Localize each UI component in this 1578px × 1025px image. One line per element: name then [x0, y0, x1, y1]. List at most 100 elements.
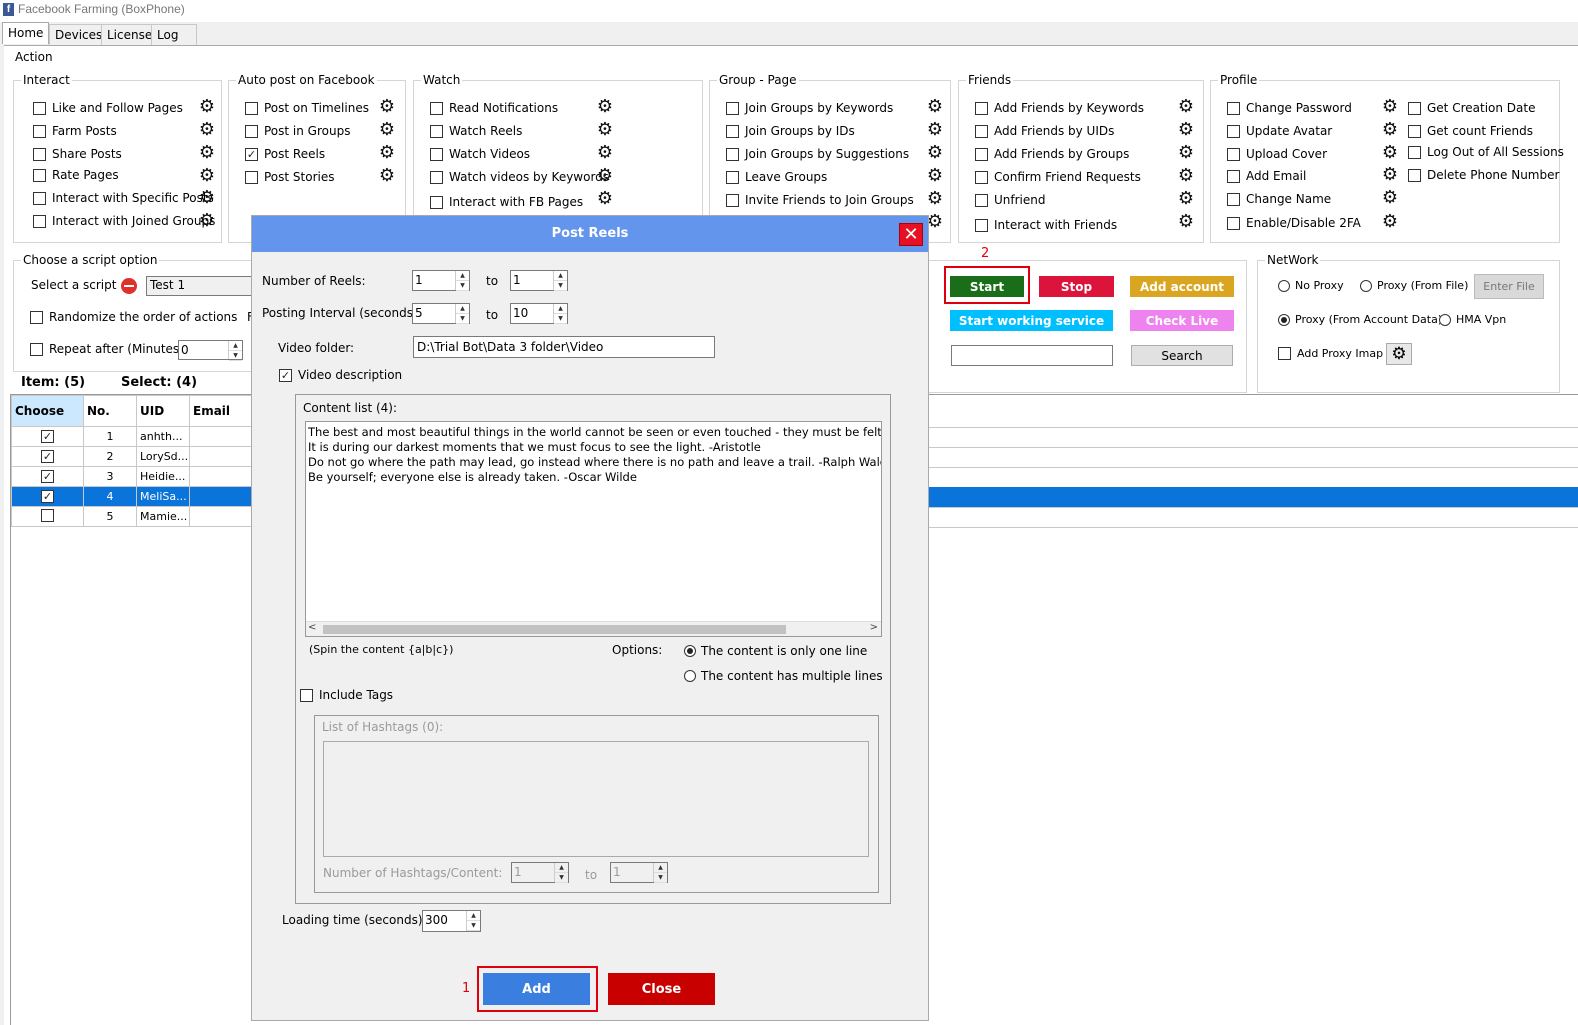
- invite-friends-groups-option[interactable]: Invite Friends to Join Groups: [726, 193, 914, 207]
- rate-pages-gear-icon[interactable]: ⚙: [198, 167, 216, 185]
- repeat-minutes-stepper[interactable]: 0 ▲ ▼: [178, 340, 243, 361]
- add-email-option[interactable]: Add Email: [1227, 169, 1306, 183]
- get-count-friends-option[interactable]: Get count Friends: [1408, 124, 1533, 138]
- row-checkbox[interactable]: [41, 450, 54, 463]
- post-groups-gear-icon[interactable]: ⚙: [378, 121, 396, 139]
- farm-posts-option[interactable]: Farm Posts: [33, 124, 117, 138]
- unfriend-checkbox[interactable]: [975, 193, 988, 207]
- watch-videos-keywords-checkbox[interactable]: [430, 170, 443, 184]
- down-arrow-icon[interactable]: ▼: [456, 281, 469, 291]
- no-proxy-radio[interactable]: [1278, 279, 1290, 292]
- get-creation-date-checkbox[interactable]: [1408, 101, 1421, 115]
- stop-button[interactable]: Stop: [1039, 276, 1114, 297]
- join-groups-suggestions-gear-icon[interactable]: ⚙: [926, 144, 944, 162]
- hma-vpn-radio[interactable]: [1439, 313, 1451, 326]
- hashtags-to-stepper[interactable]: 1 ▲ ▼: [610, 862, 668, 883]
- change-password-option[interactable]: Change Password: [1227, 101, 1352, 115]
- start-button[interactable]: Start: [950, 276, 1024, 297]
- watch-videos-keywords-option[interactable]: Watch videos by Keywords: [430, 170, 609, 184]
- watch-reels-checkbox[interactable]: [430, 124, 443, 138]
- join-groups-suggestions-option[interactable]: Join Groups by Suggestions: [726, 147, 909, 161]
- interact-specific-posts-option[interactable]: Interact with Specific Posts: [33, 191, 214, 205]
- tab-home[interactable]: Home: [2, 22, 50, 44]
- randomize-option[interactable]: Randomize the order of actions: [30, 310, 237, 324]
- down-arrow-icon[interactable]: ▼: [654, 873, 667, 883]
- down-arrow-icon[interactable]: ▼: [555, 873, 568, 883]
- join-groups-ids-checkbox[interactable]: [726, 124, 739, 138]
- join-groups-keywords-option[interactable]: Join Groups by Keywords: [726, 101, 893, 115]
- logout-sessions-option[interactable]: Log Out of All Sessions: [1408, 145, 1564, 159]
- get-creation-date-option[interactable]: Get Creation Date: [1408, 101, 1535, 115]
- tab-log[interactable]: Log: [151, 24, 197, 45]
- join-groups-ids-option[interactable]: Join Groups by IDs: [726, 124, 855, 138]
- remove-script-icon[interactable]: [121, 278, 137, 294]
- join-groups-keywords-checkbox[interactable]: [726, 101, 739, 115]
- join-groups-ids-gear-icon[interactable]: ⚙: [926, 121, 944, 139]
- farm-posts-checkbox[interactable]: [33, 124, 46, 138]
- scroll-right-arrow-icon[interactable]: >: [870, 622, 878, 633]
- watch-videos-keywords-gear-icon[interactable]: ⚙: [596, 167, 614, 185]
- post-timelines-gear-icon[interactable]: ⚙: [378, 98, 396, 116]
- leave-groups-checkbox[interactable]: [726, 170, 739, 184]
- interact-specific-posts-checkbox[interactable]: [33, 191, 46, 205]
- interact-fb-pages-checkbox[interactable]: [430, 195, 443, 209]
- watch-videos-option[interactable]: Watch Videos: [430, 147, 530, 161]
- share-posts-option[interactable]: Share Posts: [33, 147, 122, 161]
- table-row[interactable]: 1 anhth...: [11, 426, 253, 447]
- include-tags-checkbox[interactable]: [300, 688, 313, 702]
- choose-column-header[interactable]: Choose: [11, 395, 84, 427]
- invite-friends-groups-checkbox[interactable]: [726, 193, 739, 207]
- add-friends-groups-option[interactable]: Add Friends by Groups: [975, 147, 1129, 161]
- rate-pages-checkbox[interactable]: [33, 168, 46, 182]
- add-proxy-imap-checkbox[interactable]: [1278, 347, 1291, 360]
- repeat-up-arrow-icon[interactable]: ▲: [229, 341, 242, 351]
- repeat-checkbox[interactable]: [30, 342, 43, 356]
- add-friends-keywords-option[interactable]: Add Friends by Keywords: [975, 101, 1144, 115]
- add-account-button[interactable]: Add account: [1130, 276, 1234, 297]
- interact-friends-checkbox[interactable]: [975, 218, 988, 232]
- up-arrow-icon[interactable]: ▲: [467, 911, 480, 921]
- row-checkbox[interactable]: [41, 430, 54, 443]
- reels-to-stepper[interactable]: 1 ▲ ▼: [510, 270, 568, 291]
- change-password-gear-icon[interactable]: ⚙: [1381, 98, 1399, 116]
- join-groups-suggestions-checkbox[interactable]: [726, 147, 739, 161]
- confirm-friend-requests-checkbox[interactable]: [975, 170, 988, 184]
- tab-license[interactable]: License: [101, 24, 159, 45]
- watch-reels-option[interactable]: Watch Reels: [430, 124, 522, 138]
- uid-column-header[interactable]: UID: [136, 395, 190, 427]
- add-friends-groups-checkbox[interactable]: [975, 147, 988, 161]
- hashtags-textarea[interactable]: [323, 741, 869, 857]
- unfriend-option[interactable]: Unfriend: [975, 193, 1046, 207]
- update-avatar-option[interactable]: Update Avatar: [1227, 124, 1332, 138]
- interact-joined-groups-checkbox[interactable]: [33, 214, 46, 228]
- farm-posts-gear-icon[interactable]: ⚙: [198, 121, 216, 139]
- add-proxy-imap-option[interactable]: Add Proxy Imap: [1278, 347, 1383, 360]
- video-description-checkbox[interactable]: [279, 368, 292, 382]
- read-notifications-gear-icon[interactable]: ⚙: [596, 98, 614, 116]
- one-line-radio[interactable]: [684, 645, 696, 657]
- video-folder-input[interactable]: D:\Trial Bot\Data 3 folder\Video: [413, 336, 715, 358]
- hma-vpn-option[interactable]: HMA Vpn: [1439, 313, 1506, 326]
- delete-phone-option[interactable]: Delete Phone Number: [1408, 168, 1559, 182]
- add-email-checkbox[interactable]: [1227, 169, 1240, 183]
- loading-time-stepper[interactable]: 300 ▲ ▼: [422, 910, 481, 932]
- interact-fb-pages-option[interactable]: Interact with FB Pages: [430, 195, 583, 209]
- read-notifications-checkbox[interactable]: [430, 101, 443, 115]
- post-stories-gear-icon[interactable]: ⚙: [378, 167, 396, 185]
- no-column-header[interactable]: No.: [83, 395, 137, 427]
- one-line-option[interactable]: The content is only one line: [684, 644, 867, 658]
- interact-fb-pages-gear-icon[interactable]: ⚙: [596, 190, 614, 208]
- repeat-option[interactable]: Repeat after (Minutes): [30, 342, 184, 356]
- up-arrow-icon[interactable]: ▲: [554, 304, 567, 314]
- change-name-gear-icon[interactable]: ⚙: [1381, 189, 1399, 207]
- add-button[interactable]: Add: [483, 973, 590, 1005]
- down-arrow-icon[interactable]: ▼: [467, 921, 480, 931]
- post-stories-option[interactable]: Post Stories: [245, 170, 335, 184]
- content-list-textarea[interactable]: The best and most beautiful things in th…: [305, 421, 882, 637]
- add-friends-keywords-checkbox[interactable]: [975, 101, 988, 115]
- add-friends-uids-checkbox[interactable]: [975, 124, 988, 138]
- update-avatar-checkbox[interactable]: [1227, 124, 1240, 138]
- leave-groups-gear-icon[interactable]: ⚙: [926, 167, 944, 185]
- like-follow-pages-gear-icon[interactable]: ⚙: [198, 98, 216, 116]
- reels-from-stepper[interactable]: 1 ▲ ▼: [412, 270, 470, 291]
